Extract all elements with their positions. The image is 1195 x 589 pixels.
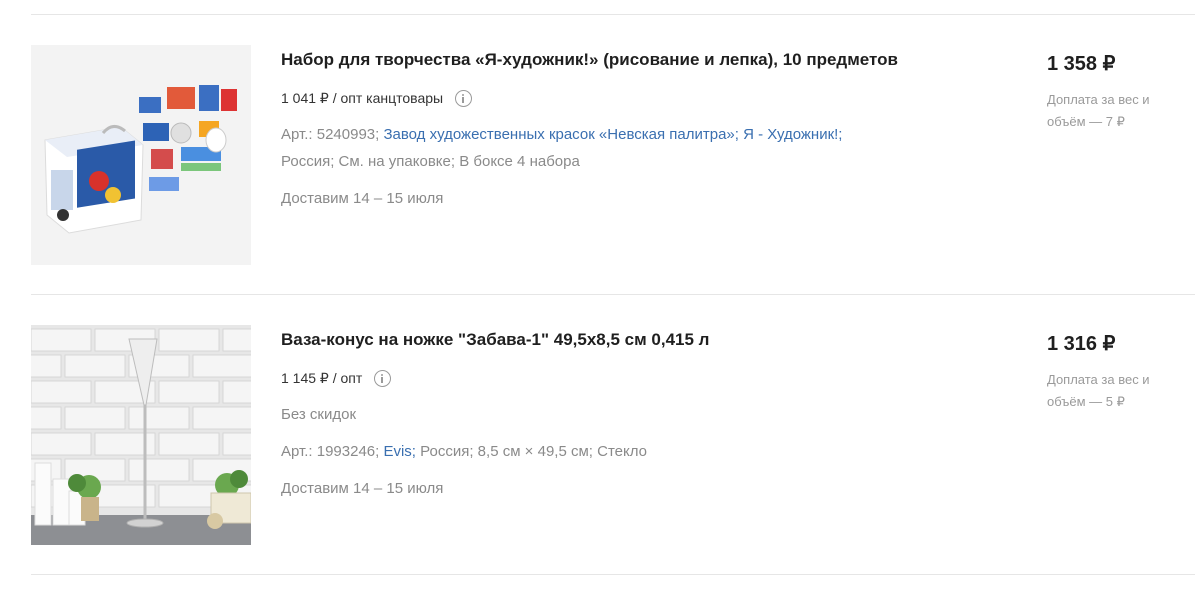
- brand-link[interactable]: Я - Художник!;: [743, 126, 842, 143]
- product-image[interactable]: [31, 45, 251, 265]
- brand-link[interactable]: Evis;: [383, 443, 416, 460]
- vase-image: [31, 325, 251, 545]
- product-price: 1 358 ₽: [1047, 53, 1116, 75]
- delivery-info: Доставим 14 – 15 июля: [281, 480, 444, 497]
- opt-price: 1 041 ₽ / опт канцтовары: [281, 90, 473, 107]
- article-number: Арт.: 5240993;: [281, 126, 380, 143]
- info-icon[interactable]: [455, 90, 473, 107]
- product-meta: Арт.: 5240993; Завод художественных крас…: [281, 121, 921, 175]
- opt-price-text: 1 145 ₽ / опт: [281, 370, 363, 386]
- product-attributes: Россия; 8,5 см × 49,5 см; Стекло: [420, 443, 647, 460]
- discount-info: Без скидок: [281, 406, 356, 423]
- art-set-image: [31, 45, 251, 265]
- info-icon[interactable]: [374, 370, 392, 387]
- product-image[interactable]: [31, 325, 251, 545]
- opt-price-text: 1 041 ₽ / опт канцтовары: [281, 90, 444, 106]
- extra-charge: Доплата за вес и объём — 7 ₽: [1047, 92, 1150, 129]
- manufacturer-link[interactable]: Завод художественных красок «Невская пал…: [383, 126, 738, 143]
- middle-divider: [31, 294, 1195, 295]
- product-meta: Арт.: 1993246; Evis; Россия; 8,5 см × 49…: [281, 438, 921, 465]
- product-price: 1 316 ₽: [1047, 333, 1116, 355]
- product-attributes: Россия; См. на упаковке; В боксе 4 набор…: [281, 153, 580, 170]
- extra-charge: Доплата за вес и объём — 5 ₽: [1047, 372, 1150, 409]
- top-divider: [31, 14, 1195, 15]
- product-title[interactable]: Набор для творчества «Я-художник!» (рисо…: [281, 50, 898, 70]
- opt-price: 1 145 ₽ / опт: [281, 370, 392, 387]
- product-title[interactable]: Ваза-конус на ножке "Забава-1" 49,5х8,5 …: [281, 330, 709, 350]
- bottom-divider: [31, 574, 1195, 575]
- product-card: Набор для творчества «Я-художник!» (рисо…: [0, 45, 1195, 265]
- article-number: Арт.: 1993246;: [281, 443, 380, 460]
- delivery-info: Доставим 14 – 15 июля: [281, 190, 444, 207]
- product-card: Ваза-конус на ножке "Забава-1" 49,5х8,5 …: [0, 325, 1195, 545]
